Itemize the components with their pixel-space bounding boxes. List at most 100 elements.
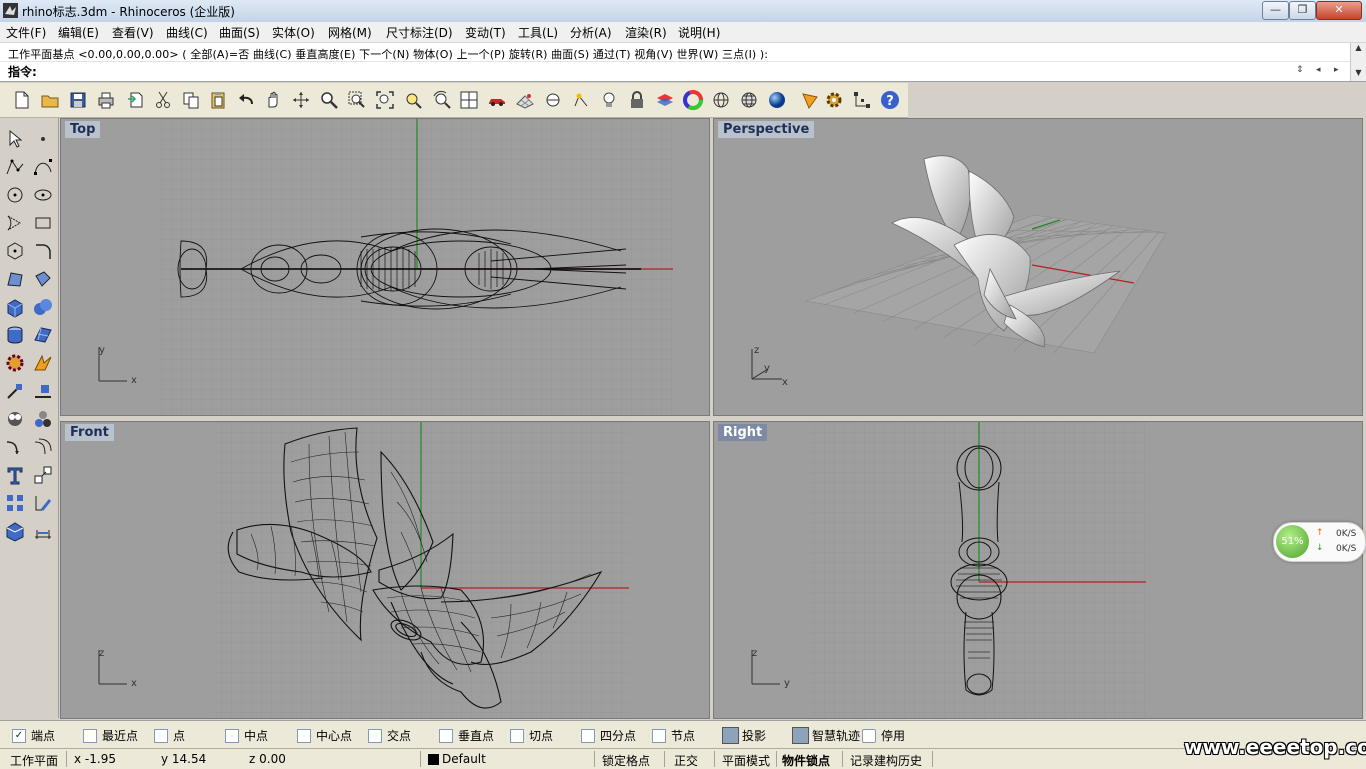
- zoom-icon[interactable]: [319, 90, 339, 110]
- paste-icon[interactable]: [208, 90, 228, 110]
- save-icon[interactable]: [68, 90, 88, 110]
- menu-tools[interactable]: 工具(L): [518, 24, 558, 41]
- menu-view[interactable]: 查看(V): [112, 24, 154, 41]
- text-icon[interactable]: [4, 464, 26, 486]
- osnap-mid-checkbox[interactable]: [225, 728, 239, 743]
- layer-color-swatch[interactable]: [428, 754, 439, 765]
- status-planar[interactable]: 平面模式: [722, 752, 770, 769]
- zoom-restore-icon[interactable]: [431, 90, 451, 110]
- rendered-sphere-icon[interactable]: [767, 90, 787, 110]
- align-icon[interactable]: [32, 380, 54, 402]
- dimension-linear-icon[interactable]: [32, 520, 54, 542]
- rotate-view-icon[interactable]: [291, 90, 311, 110]
- osnap-knot[interactable]: 节点: [652, 727, 695, 744]
- undo-icon[interactable]: [236, 90, 256, 110]
- ellipse-icon[interactable]: [32, 184, 54, 206]
- surface-corner-icon[interactable]: [4, 268, 26, 290]
- menu-transform[interactable]: 变动(T): [465, 24, 506, 41]
- osnap-end-checkbox[interactable]: ✓: [12, 728, 26, 743]
- offset-icon[interactable]: [32, 436, 54, 458]
- osnap-near[interactable]: 最近点: [83, 727, 138, 744]
- point-icon[interactable]: [571, 90, 591, 110]
- light-icon[interactable]: [599, 90, 619, 110]
- array-icon[interactable]: [4, 492, 26, 514]
- osnap-smarttrack[interactable]: 智慧轨迹: [792, 727, 860, 744]
- command-scroll-right-icon[interactable]: ▸: [1334, 65, 1339, 75]
- viewport-right[interactable]: z y Right: [713, 421, 1363, 719]
- project-toggle[interactable]: [722, 727, 739, 744]
- box-solid-icon[interactable]: [4, 296, 26, 318]
- polyline-icon[interactable]: [4, 156, 26, 178]
- print-icon[interactable]: [96, 90, 116, 110]
- menu-curve[interactable]: 曲线(C): [166, 24, 208, 41]
- scroll-up-icon[interactable]: ▲: [1351, 43, 1366, 55]
- cylinder-icon[interactable]: [4, 324, 26, 346]
- fillet-curve-icon[interactable]: [32, 240, 54, 262]
- cut-icon[interactable]: [153, 90, 173, 110]
- osnap-tan-checkbox[interactable]: [510, 728, 524, 743]
- zoom-window-icon[interactable]: [347, 90, 367, 110]
- osnap-point[interactable]: 点: [154, 727, 185, 744]
- dimension-icon[interactable]: [4, 380, 26, 402]
- color-wheel-icon[interactable]: [683, 90, 703, 110]
- close-button[interactable]: ✕: [1316, 1, 1362, 20]
- boolean-union-icon[interactable]: [32, 296, 54, 318]
- car-icon[interactable]: [487, 90, 507, 110]
- grid-plane-icon[interactable]: [515, 90, 535, 110]
- osnap-tan[interactable]: 切点: [510, 727, 553, 744]
- render-cone-icon[interactable]: [800, 90, 820, 110]
- osnap-disable[interactable]: 停用: [862, 727, 905, 744]
- osnap-mid[interactable]: 中点: [225, 727, 268, 744]
- group-icon[interactable]: [32, 408, 54, 430]
- mesh-gear-icon[interactable]: [4, 352, 26, 374]
- command-spin-icon[interactable]: ⇕: [1296, 65, 1304, 75]
- status-grid-snap[interactable]: 锁定格点: [602, 752, 650, 769]
- front-view-canvas[interactable]: z x: [61, 422, 709, 718]
- menu-surface[interactable]: 曲面(S): [219, 24, 260, 41]
- menu-help[interactable]: 说明(H): [678, 24, 720, 41]
- four-viewports-icon[interactable]: [459, 90, 479, 110]
- extrude-icon[interactable]: [32, 268, 54, 290]
- right-view-canvas[interactable]: z y: [714, 422, 1362, 718]
- block-icon[interactable]: [4, 520, 26, 542]
- viewport-front[interactable]: z x Front: [60, 421, 710, 719]
- lock-icon[interactable]: [627, 90, 647, 110]
- point-tool-icon[interactable]: [32, 128, 54, 150]
- osnap-point-checkbox[interactable]: [154, 728, 168, 743]
- rectangle-icon[interactable]: [32, 212, 54, 234]
- curve-icon[interactable]: [32, 156, 54, 178]
- status-osnap[interactable]: 物件锁点: [782, 752, 830, 769]
- cplane-icon[interactable]: [543, 90, 563, 110]
- osnap-near-checkbox[interactable]: [83, 728, 97, 743]
- viewport-label-perspective[interactable]: Perspective: [718, 121, 815, 138]
- polygon-icon[interactable]: [4, 240, 26, 262]
- command-prompt[interactable]: 指令:: [8, 63, 37, 80]
- ghosted-sphere-icon[interactable]: [739, 90, 759, 110]
- menu-mesh[interactable]: 网格(M): [328, 24, 372, 41]
- osnap-project[interactable]: 投影: [722, 727, 766, 744]
- new-file-icon[interactable]: [12, 90, 32, 110]
- command-scroll-left-icon[interactable]: ◂: [1316, 65, 1321, 75]
- maximize-button[interactable]: ❐: [1289, 1, 1316, 20]
- edit-points-icon[interactable]: [32, 492, 54, 514]
- osnap-quad-checkbox[interactable]: [581, 728, 595, 743]
- circle-icon[interactable]: [4, 184, 26, 206]
- network-monitor-widget[interactable]: 51% ↑ ↓ 0K/S 0K/S: [1273, 522, 1366, 562]
- viewport-perspective[interactable]: z y x Perspective: [713, 118, 1363, 416]
- snap-points-icon[interactable]: [852, 90, 872, 110]
- wireframe-sphere-icon[interactable]: [711, 90, 731, 110]
- command-scrollbar[interactable]: ▲ ▼: [1350, 43, 1366, 81]
- status-layer[interactable]: Default: [442, 752, 486, 766]
- pan-icon[interactable]: [263, 90, 283, 110]
- flash-transform-icon[interactable]: [32, 352, 54, 374]
- menu-dimension[interactable]: 尺寸标注(D): [386, 24, 453, 41]
- osnap-perp-checkbox[interactable]: [439, 728, 453, 743]
- viewport-top[interactable]: y x Top: [60, 118, 710, 416]
- help-icon[interactable]: ?: [880, 90, 900, 110]
- menu-edit[interactable]: 编辑(E): [58, 24, 99, 41]
- analyze-icon[interactable]: [4, 408, 26, 430]
- scroll-down-icon[interactable]: ▼: [1351, 68, 1366, 80]
- osnap-end[interactable]: ✓ 端点: [12, 727, 55, 744]
- plane-surface-icon[interactable]: [32, 324, 54, 346]
- osnap-knot-checkbox[interactable]: [652, 728, 666, 743]
